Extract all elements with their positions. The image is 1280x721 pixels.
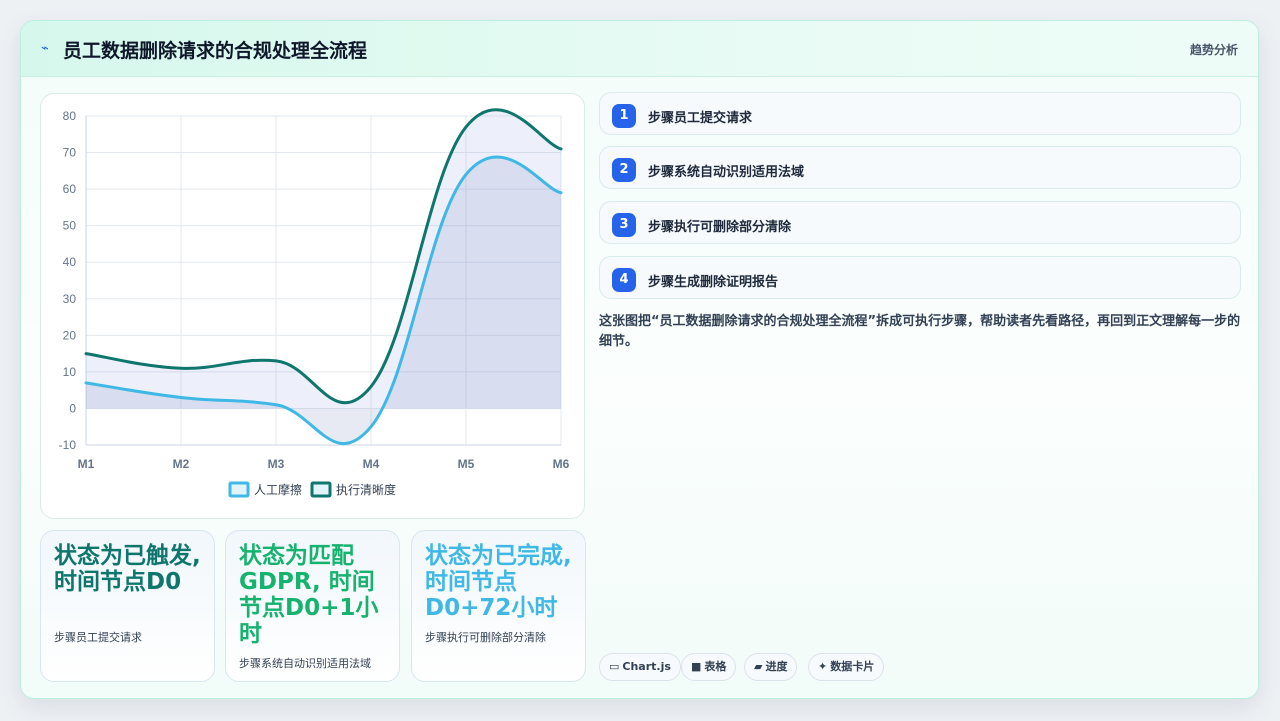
y-tick-label: 50	[63, 219, 77, 233]
chip-label: 数据卡片	[830, 660, 875, 673]
y-tick-label: -10	[59, 438, 77, 452]
header-tag: 趋势分析	[1189, 43, 1238, 57]
status-card-3: 状态为已完成, 时间节点D0+72小时 步骤执行可删除部分清除	[411, 530, 586, 682]
status-card-label: 步骤员工提交请求	[54, 631, 142, 644]
legend-label: 人工摩擦	[254, 482, 302, 497]
step-item[interactable]: 2 步骤系统自动识别适用法域	[599, 146, 1241, 189]
status-card-label: 步骤系统自动识别适用法域	[239, 657, 371, 670]
chip-table[interactable]: ■ 表格	[681, 653, 737, 681]
page-title: 员工数据删除请求的合规处理全流程	[63, 40, 368, 62]
step-number: 1	[612, 104, 636, 128]
header: ⌁ 员工数据删除请求的合规处理全流程 趋势分析	[21, 21, 1258, 77]
step-label: 步骤员工提交请求	[648, 111, 753, 126]
table-icon: ■	[691, 660, 702, 673]
status-card-1: 状态为已触发, 时间节点D0 步骤员工提交请求	[40, 530, 215, 682]
y-tick-label: 20	[63, 328, 77, 342]
x-tick-label: M6	[553, 457, 570, 471]
status-card-2: 状态为匹配GDPR, 时间节点D0+1小时 步骤系统自动识别适用法域	[225, 530, 400, 682]
chip-data-card[interactable]: ✦ 数据卡片	[808, 653, 885, 681]
chip-label: Chart.js	[622, 660, 671, 673]
status-card-value: 状态为已触发, 时间节点D0	[54, 543, 201, 595]
area-chart: -10 0 10 20 30 40 50 60 70 80 M1 M2 M3 M4 M5 M6 人工摩擦 执行清晰…	[59, 108, 570, 498]
chip-label: 表格	[704, 660, 727, 673]
legend-swatch	[310, 481, 332, 498]
y-tick-label: 30	[63, 292, 77, 306]
x-tick-label: M2	[173, 457, 190, 471]
sparkle-icon: ✦	[818, 660, 828, 673]
description: 这张图把“员工数据删除请求的合规处理全流程”拆成可执行步骤，帮助读者先看路径，再…	[599, 314, 1241, 349]
step-item[interactable]: 1 步骤员工提交请求	[599, 92, 1241, 135]
chip-progress[interactable]: ▰ 进度	[744, 653, 798, 681]
y-tick-label: 60	[63, 182, 77, 196]
step-number: 4	[612, 268, 636, 292]
x-tick-label: M1	[78, 457, 95, 471]
step-number: 2	[612, 158, 636, 182]
step-label: 步骤执行可删除部分清除	[648, 220, 792, 235]
y-tick-label: 0	[69, 401, 76, 415]
main-card: ⌁ 员工数据删除请求的合规处理全流程 趋势分析 -10 0 10 20 30 40 50 60…	[20, 20, 1259, 699]
x-tick-label: M3	[268, 457, 285, 471]
step-item[interactable]: 4 步骤生成删除证明报告	[599, 256, 1241, 299]
chip-chartjs[interactable]: ▭ Chart.js	[599, 653, 681, 681]
progress-icon: ▰	[754, 660, 763, 673]
legend-label: 执行清晰度	[336, 482, 396, 497]
status-card-value: 状态为已完成, 时间节点D0+72小时	[425, 543, 572, 621]
step-label: 步骤系统自动识别适用法域	[648, 165, 805, 180]
y-tick-label: 40	[63, 255, 77, 269]
step-number: 3	[612, 213, 636, 237]
x-tick-label: M5	[458, 457, 475, 471]
y-tick-label: 70	[63, 146, 77, 160]
status-card-value: 状态为匹配GDPR, 时间节点D0+1小时	[239, 543, 379, 647]
status-card-label: 步骤执行可删除部分清除	[425, 631, 546, 644]
y-tick-label: 10	[63, 365, 77, 379]
step-item[interactable]: 3 步骤执行可删除部分清除	[599, 201, 1241, 244]
y-tick-label: 80	[63, 109, 77, 123]
chart-panel: -10 0 10 20 30 40 50 60 70 80 M1 M2 M3 M4 M5 M6 人工摩擦 执行清晰…	[40, 93, 585, 519]
chip-label: 进度	[765, 660, 788, 673]
x-tick-label: M4	[363, 457, 380, 471]
legend-swatch	[228, 481, 250, 498]
bolt-icon: ⌁	[41, 41, 49, 56]
step-label: 步骤生成删除证明报告	[648, 275, 779, 290]
chart-icon: ▭	[609, 660, 620, 673]
